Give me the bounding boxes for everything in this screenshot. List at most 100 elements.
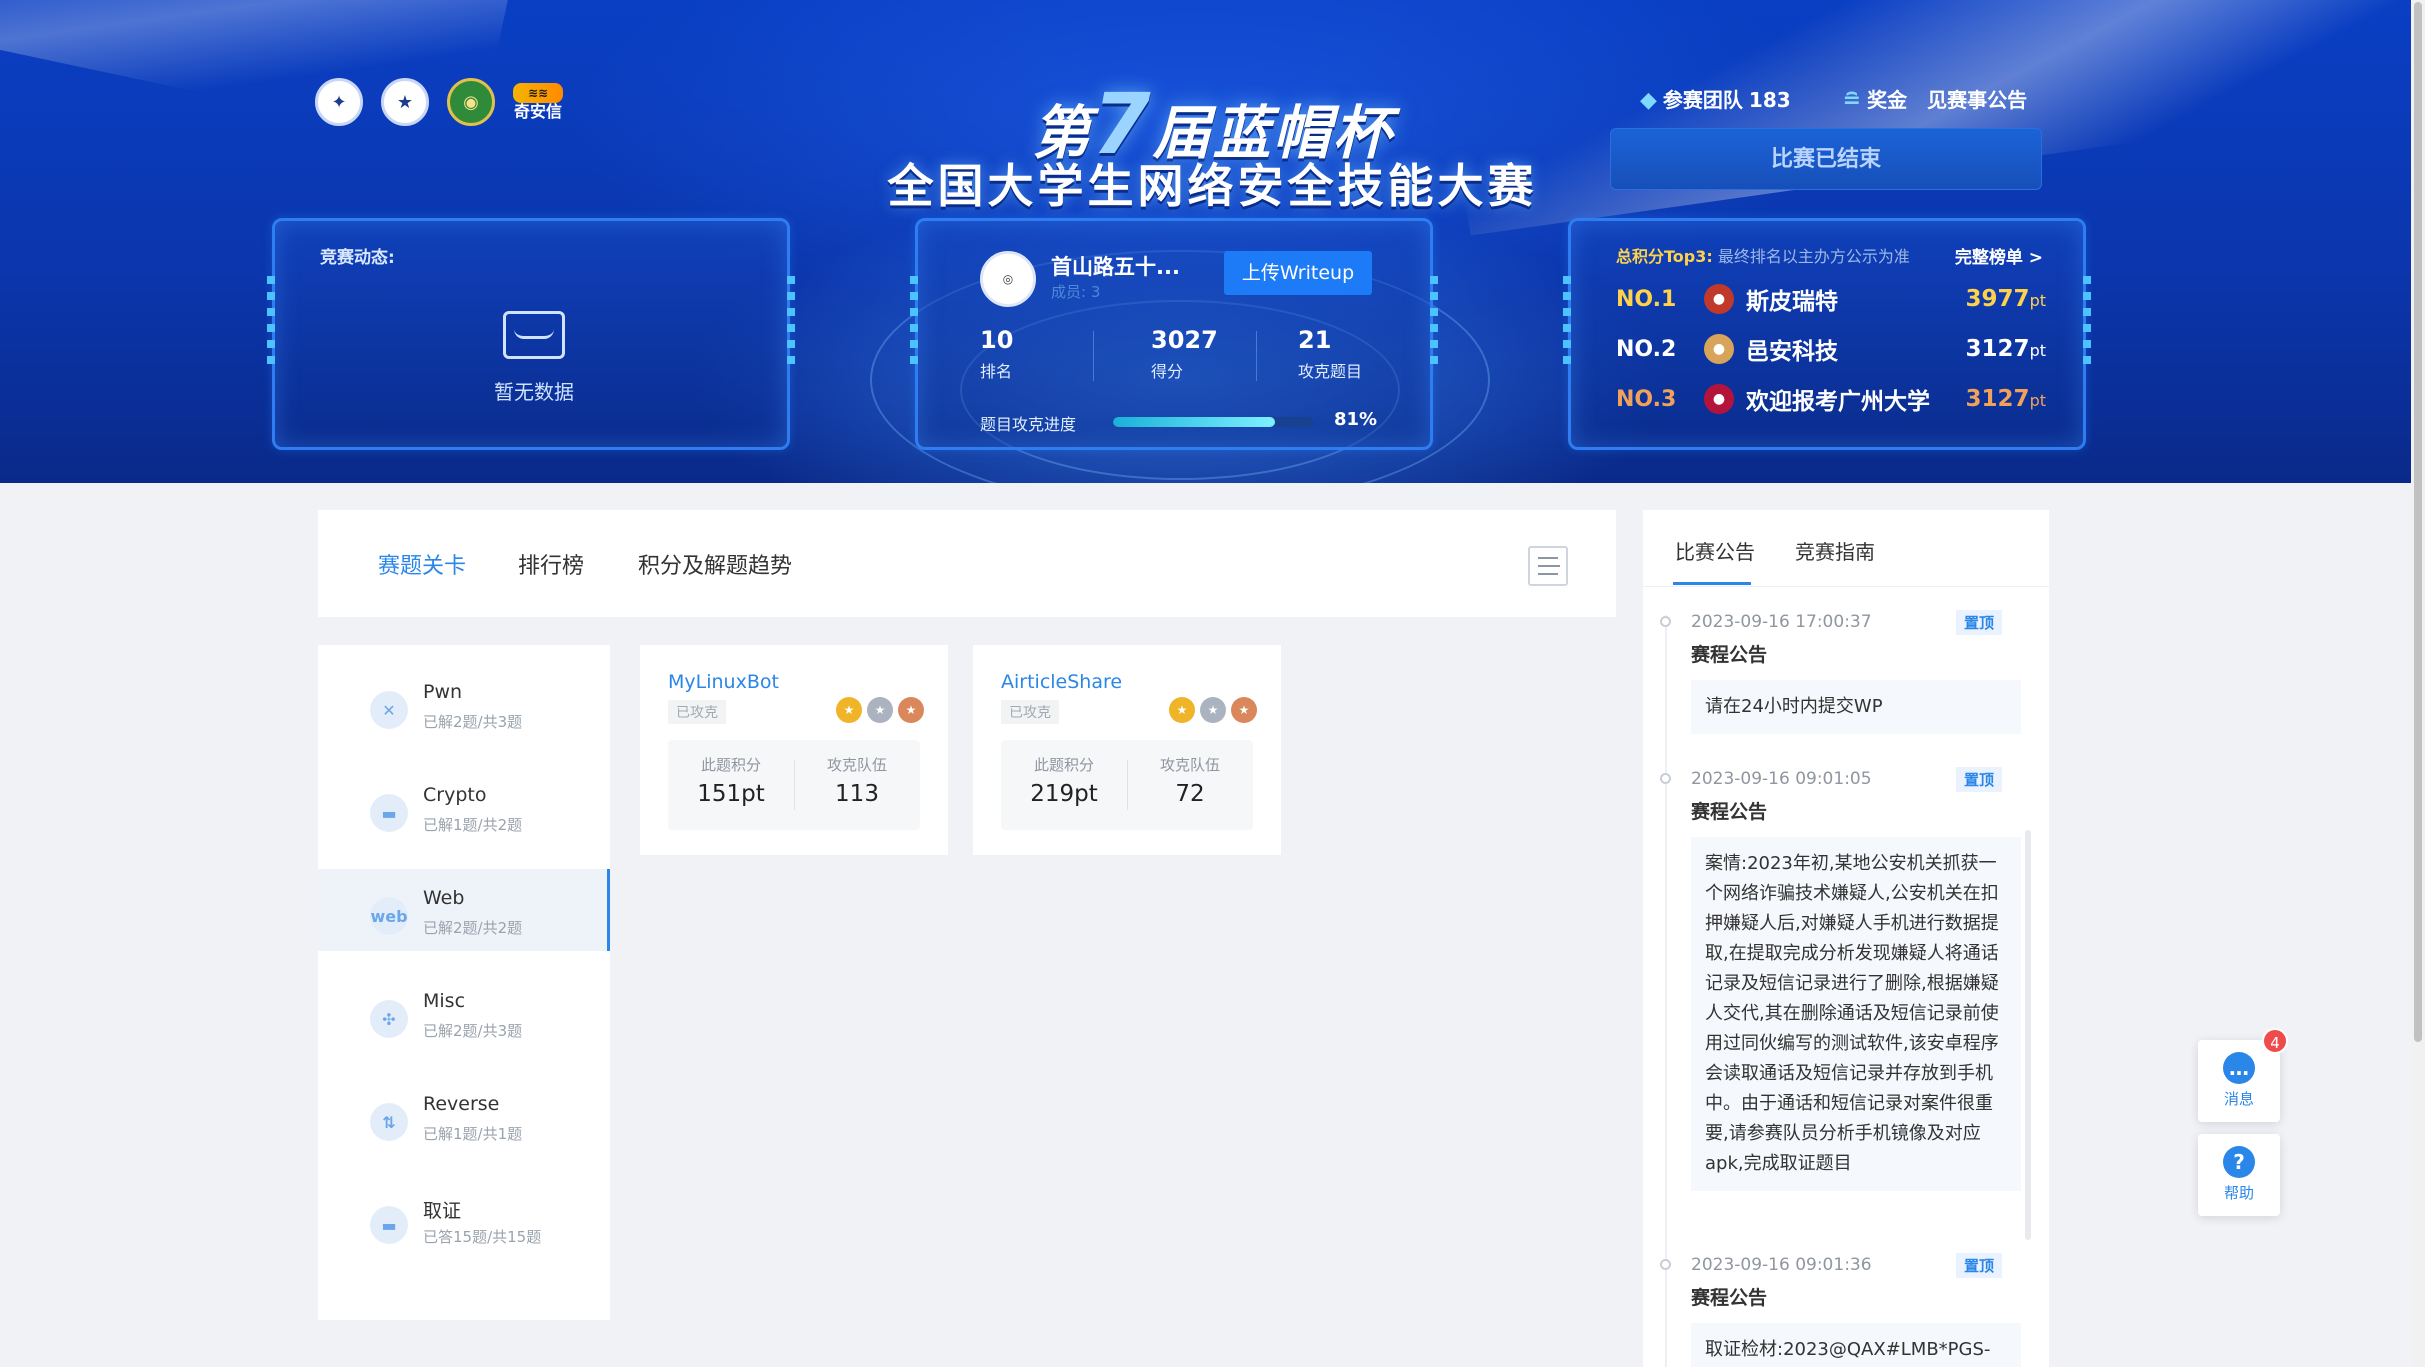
challenge-card[interactable]: MyLinuxBot 已攻克 ★ ★ ★ 此题积分 151pt 攻克队伍 113 — [640, 645, 948, 855]
rank-points: 3977pt — [1965, 286, 2046, 312]
progress-bar — [1113, 417, 1313, 427]
category-progress: 已解2题/共3题 — [423, 713, 523, 731]
tab-score-trend[interactable]: 积分及解题趋势 — [638, 548, 792, 580]
top3-title: 总积分Top3: — [1616, 247, 1713, 266]
tab-leaderboard[interactable]: 排行榜 — [518, 548, 584, 580]
challenge-title[interactable]: AirticleShare — [1001, 671, 1122, 693]
tab-challenges[interactable]: 赛题关卡 — [378, 548, 466, 580]
category-name: Pwn — [423, 681, 463, 703]
notice-time: 2023-09-16 17:00:37 — [1691, 612, 1872, 632]
team-name: 首山路五十... — [1051, 255, 1180, 279]
prize-value: 见赛事公告 — [1927, 88, 2028, 112]
category-item-取证[interactable]: ▬ 取证已答15题/共15题 — [318, 1178, 610, 1260]
teams-value: 113 — [835, 781, 879, 807]
notice-body: 取证检材:2023@QAX#LMB*PGS- — [1691, 1323, 2021, 1367]
solved-value: 21 — [1298, 326, 1332, 354]
team-members: 成员: 3 — [1051, 283, 1101, 301]
help-icon: ? — [2223, 1146, 2255, 1178]
score-label: 得分 — [1151, 362, 1184, 381]
team-avatar-icon: ● — [1704, 384, 1734, 414]
notice-title: 赛程公告 — [1691, 1287, 1768, 1309]
team-avatar: ◎ — [980, 251, 1036, 307]
category-item-crypto[interactable]: ▬ Crypto 已解1题/共2题 — [318, 766, 610, 848]
rank-value: 10 — [980, 326, 1014, 354]
bronze-medal-icon: ★ — [898, 697, 924, 723]
category-name: Crypto — [423, 784, 487, 806]
news-title: 竞赛动态: — [320, 248, 395, 268]
category-item-web[interactable]: web Web 已解2题/共2题 — [318, 869, 610, 951]
timeline-line — [1665, 615, 1667, 1367]
rank-points: 3127pt — [1965, 336, 2046, 362]
active-tab-indicator — [1673, 582, 1751, 585]
pwn-icon: ✕ — [370, 691, 408, 729]
category-item-pwn[interactable]: ✕ Pwn 已解2题/共3题 — [318, 663, 610, 745]
notice-title: 赛程公告 — [1691, 644, 1768, 666]
category-progress: 已解1题/共2题 — [423, 816, 523, 834]
prize-label: 奖金 — [1867, 88, 1908, 112]
score-block: 此题积分 151pt — [668, 754, 794, 807]
notice-scrollbar[interactable] — [2025, 830, 2031, 1240]
tab-announcements[interactable]: 比赛公告 — [1675, 536, 1755, 565]
top3-row: NO.1 ● 斯皮瑞特 3977pt — [1616, 279, 2046, 319]
help-label: 帮助 — [2223, 1184, 2254, 1202]
event-subtitle: 全国大学生网络安全技能大赛 — [887, 159, 1538, 213]
category-name: 取证 — [423, 1200, 462, 1222]
medals: ★ ★ ★ — [1169, 697, 1257, 723]
category-name: Reverse — [423, 1093, 500, 1115]
full-leaderboard-link[interactable]: 完整榜单 > — [1955, 243, 2043, 268]
teams-value: 72 — [1175, 781, 1205, 807]
event-stats: ◆ 参赛团队 183 ≘ 奖金 见赛事公告 — [1640, 84, 2027, 113]
category-list: ✕ Pwn 已解2题/共3题 ▬ Crypto 已解1题/共2题 web Web 已解2题/共2… — [318, 645, 610, 1320]
category-item-misc[interactable]: ✣ Misc 已解2题/共3题 — [318, 972, 610, 1054]
gold-medal-icon: ★ — [1169, 697, 1195, 723]
chat-icon: … — [2223, 1052, 2255, 1084]
category-progress: 已答15题/共15题 — [423, 1228, 542, 1246]
timeline-dot — [1660, 616, 1671, 627]
prize-stat: ≘ 奖金 见赛事公告 — [1843, 84, 2027, 113]
top3-header: 总积分Top3: 最终排名以主办方公示为准 — [1616, 243, 1910, 267]
main-tabs-card: 赛题关卡 排行榜 积分及解题趋势 — [318, 510, 1616, 617]
notice-body: 请在24小时内提交WP — [1691, 680, 2021, 734]
gold-medal-icon: ★ — [836, 697, 862, 723]
progress-fill — [1113, 417, 1275, 427]
pinned-badge: 置顶 — [1956, 610, 2003, 635]
solved-stat: 21 攻克题目 — [1298, 326, 1362, 382]
rank-team-name: 斯皮瑞特 — [1746, 289, 1838, 315]
pinned-badge: 置顶 — [1956, 767, 2003, 792]
scrollbar-thumb[interactable] — [2414, 2, 2422, 1042]
pinned-badge: 置顶 — [1956, 1253, 2003, 1278]
help-button[interactable]: ? 帮助 — [2198, 1134, 2280, 1216]
event-status-button[interactable]: 比赛已结束 — [1610, 128, 2042, 190]
notice-body: 案情:2023年初,某地公安机关抓获一个网络诈骗技术嫌疑人,公安机关在扣押嫌疑人… — [1691, 837, 2021, 1191]
challenge-title[interactable]: MyLinuxBot — [668, 671, 779, 693]
notice-title: 赛程公告 — [1691, 801, 1768, 823]
notice-card: 比赛公告 竞赛指南 2023-09-16 17:00:37 置顶 赛程公告 请在24小… — [1643, 510, 2049, 1367]
progress-percent: 81% — [1334, 409, 1378, 430]
message-count-badge: 4 — [2262, 1028, 2288, 1054]
upload-writeup-button[interactable]: 上传Writeup — [1224, 251, 1372, 295]
rank-number: NO.3 — [1616, 386, 1677, 412]
challenge-card[interactable]: AirticleShare 已攻克 ★ ★ ★ 此题积分 219pt 攻克队伍 72 — [973, 645, 1281, 855]
solved-label: 攻克题目 — [1298, 362, 1363, 381]
rank-team-name: 邑安科技 — [1746, 339, 1838, 365]
category-name: Web — [423, 887, 465, 909]
coins-icon: ≘ — [1842, 88, 1862, 113]
hero-banner: ✦ ★ ◉ ≋≋ 奇安信 第7届蓝帽杯 全国大学生网络安全技能大赛 ◆ 参赛团队 1… — [0, 0, 2425, 483]
category-item-reverse[interactable]: ⇅ Reverse 已解1题/共1题 — [318, 1075, 610, 1157]
rank-stat: 10 排名 — [980, 326, 1013, 382]
notice-time: 2023-09-16 09:01:05 — [1691, 769, 1872, 789]
score-label: 此题积分 — [1033, 756, 1094, 774]
tab-guide[interactable]: 竞赛指南 — [1795, 536, 1875, 565]
rank-team-name: 欢迎报考广州大学 — [1746, 389, 1930, 415]
teams-label: 攻克队伍 — [1159, 756, 1220, 774]
page-scrollbar[interactable] — [2411, 0, 2425, 1367]
forensics-icon: ▬ — [370, 1206, 408, 1244]
stat-divider — [1256, 331, 1257, 381]
collapse-menu-icon[interactable] — [1528, 546, 1568, 586]
inbox-empty-icon — [503, 311, 565, 359]
progress-label: 题目攻克进度 — [980, 415, 1077, 434]
news-empty-text: 暂无数据 — [494, 380, 574, 404]
teams-stat: ◆ 参赛团队 183 — [1640, 84, 1791, 113]
misc-icon: ✣ — [370, 1000, 408, 1038]
score-value: 219pt — [1030, 781, 1098, 807]
